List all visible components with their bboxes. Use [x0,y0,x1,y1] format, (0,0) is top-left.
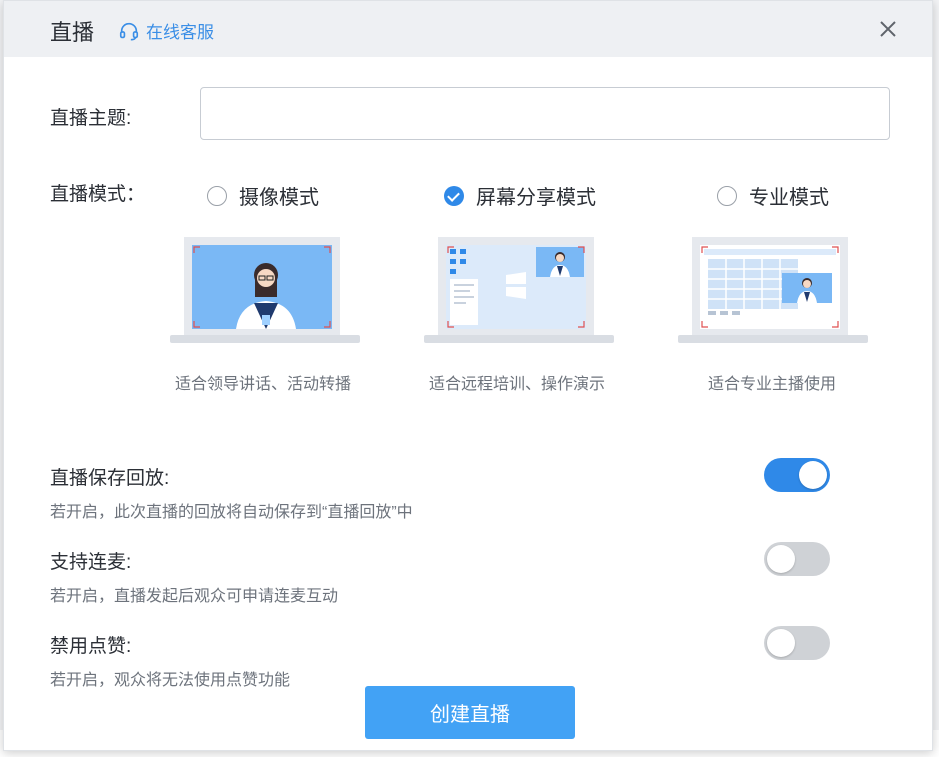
dialog-title: 直播 [50,20,95,45]
save-playback-title: 直播保存回放: [50,468,170,489]
disable-likes-title: 禁用点赞: [50,636,132,657]
mode-option-screen-share[interactable]: 屏幕分享模式 [444,181,596,210]
professional-mode-caption: 适合专业主播使用 [707,376,836,393]
save-playback-desc: 若开启，此次直播的回放将自动保存到“直播回放”中 [50,504,413,521]
topic-input[interactable] [200,87,890,140]
create-live-button[interactable]: 创建直播 [365,686,575,739]
co-hosting-toggle[interactable] [764,542,830,576]
radio-checked-icon[interactable] [444,185,464,206]
radio-icon[interactable] [717,185,737,206]
close-icon[interactable] [876,17,900,41]
topic-label: 直播主题: [50,108,132,129]
dialog-header: 直播 在线客服 [4,1,932,57]
professional-mode-illustration [678,237,868,343]
toggle-knob [767,545,795,573]
screen-share-mode-caption: 适合远程培训、操作演示 [428,376,605,393]
mode-option-professional[interactable]: 专业模式 [717,181,829,210]
headset-icon [119,22,139,41]
toggle-knob [799,461,827,489]
disable-likes-toggle[interactable] [764,626,830,660]
mode-option-label: 专业模式 [749,187,829,209]
mode-label: 直播模式： [50,184,146,205]
camera-mode-illustration [170,237,360,343]
mode-option-label: 屏幕分享模式 [476,187,596,209]
camera-mode-caption: 适合领导讲话、活动转播 [174,376,351,393]
toggle-knob [767,629,795,657]
radio-icon[interactable] [207,185,227,206]
co-hosting-desc: 若开启，直播发起后观众可申请连麦互动 [50,588,339,605]
online-service-label: 在线客服 [146,23,214,42]
online-service-link[interactable]: 在线客服 [118,18,214,43]
mode-option-label: 摄像模式 [239,187,319,209]
mode-option-camera[interactable]: 摄像模式 [207,181,319,210]
screen-share-illustration [424,237,614,343]
disable-likes-desc: 若开启，观众将无法使用点赞功能 [50,672,291,689]
create-live-dialog: 直播 在线客服 直播主题: 直播模式： 摄像模式 屏幕分享模式 专业模式 适合领… [3,0,933,751]
co-hosting-title: 支持连麦: [50,552,132,573]
save-playback-toggle[interactable] [764,458,830,492]
